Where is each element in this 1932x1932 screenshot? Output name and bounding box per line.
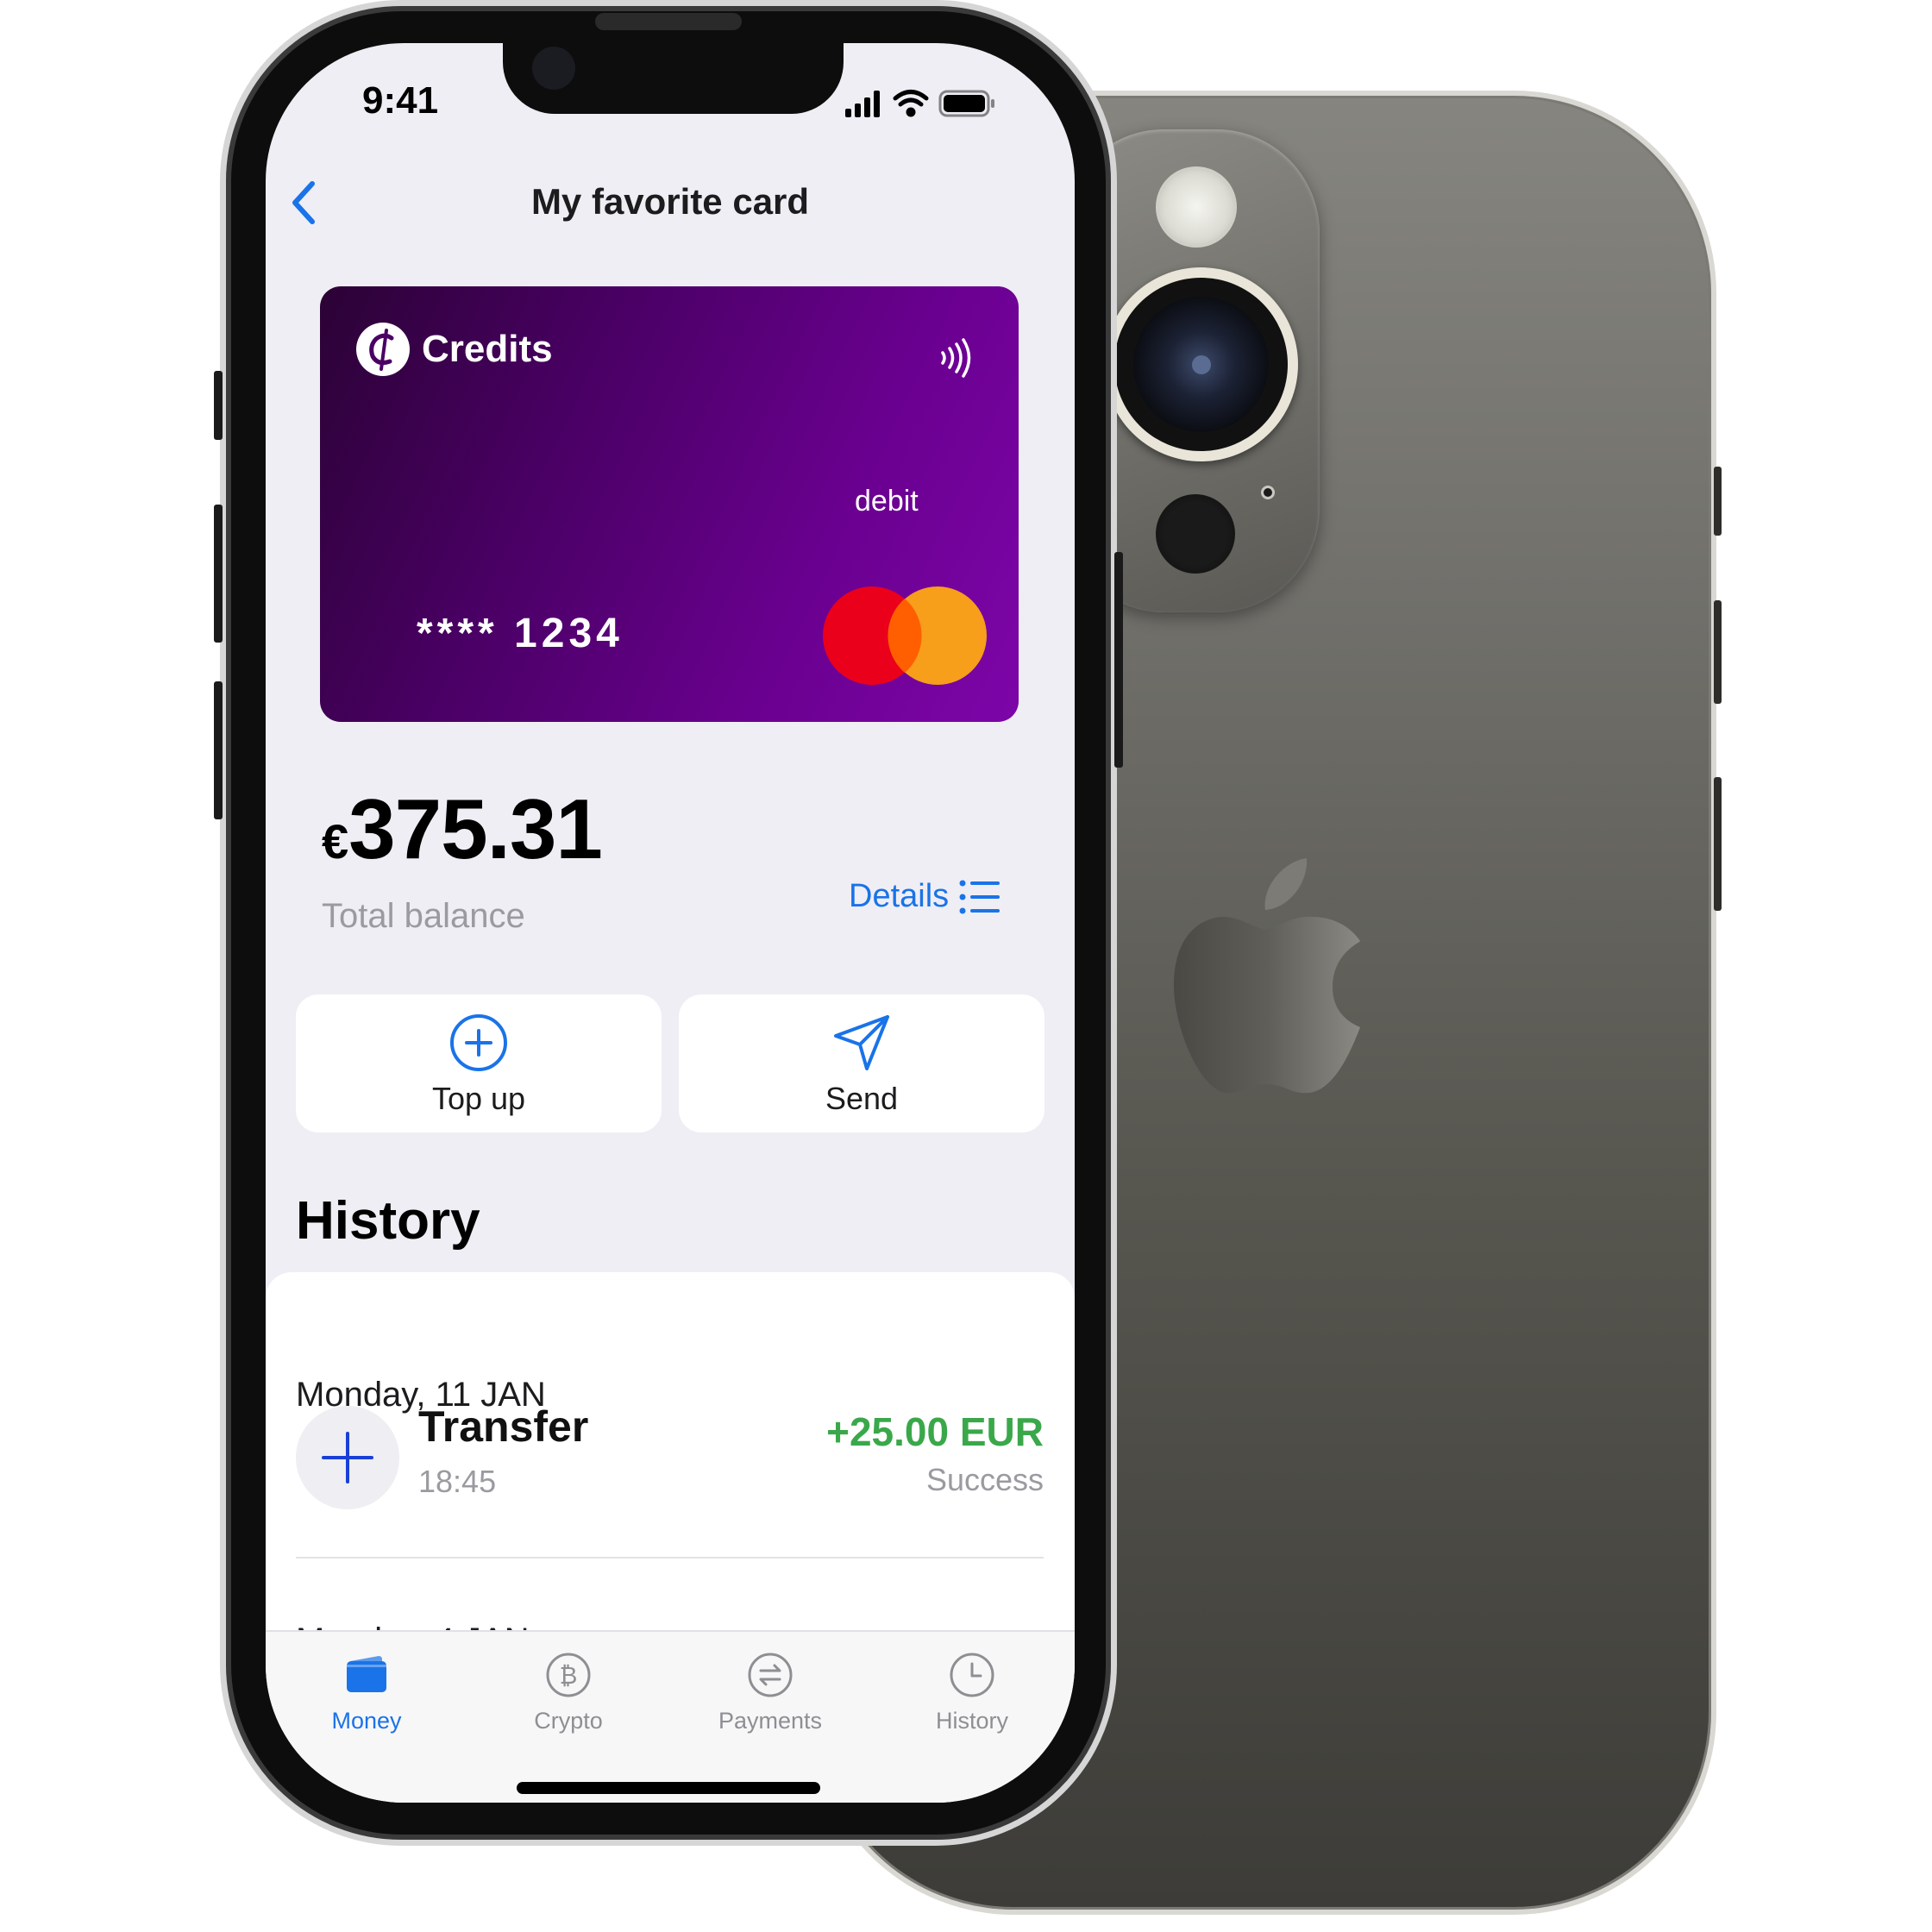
camera-lens-icon	[1104, 267, 1298, 461]
app-screen: 9:41 My favorite card Credits debit ****…	[266, 43, 1075, 1803]
tab-label: Payments	[718, 1708, 823, 1734]
top-up-label: Top up	[431, 1081, 526, 1116]
tab-label: Money	[331, 1708, 402, 1734]
currency-symbol: €	[322, 814, 349, 869]
balance-amount: €375.31	[322, 781, 603, 878]
flash-icon	[1156, 166, 1237, 248]
transaction-time: 18:45	[418, 1464, 497, 1499]
side-button	[214, 371, 223, 440]
side-button	[214, 505, 223, 643]
status-time: 9:41	[362, 79, 439, 122]
plus-icon	[322, 1432, 373, 1484]
apple-logo-icon	[1174, 858, 1360, 1094]
exchange-icon	[748, 1653, 793, 1697]
side-button	[214, 681, 223, 819]
card-type: debit	[855, 485, 919, 518]
side-button	[1714, 467, 1722, 536]
plus-circle-icon	[450, 1014, 507, 1071]
bitcoin-icon: ₿	[546, 1653, 591, 1697]
top-up-button[interactable]: Top up	[296, 994, 662, 1132]
microphone-icon	[1261, 486, 1275, 499]
earpiece-speaker	[595, 13, 742, 30]
status-icons	[845, 90, 994, 117]
home-indicator[interactable]	[517, 1782, 820, 1794]
tab-bar: Money ₿ Crypto Payments History	[266, 1630, 1075, 1803]
svg-text:₿: ₿	[560, 1661, 578, 1690]
side-button	[1114, 552, 1123, 768]
wifi-icon	[893, 90, 929, 117]
balance-label: Total balance	[322, 897, 525, 935]
divider	[296, 1557, 1044, 1559]
send-label: Send	[825, 1081, 899, 1116]
transaction-amount: +25.00 EUR	[826, 1409, 1044, 1454]
cellular-signal-icon	[845, 91, 880, 117]
clock-icon	[950, 1653, 994, 1697]
card-number: **** 1234	[417, 611, 624, 656]
lidar-sensor-icon	[1156, 494, 1235, 574]
payment-card[interactable]: Credits debit **** 1234	[320, 286, 1019, 722]
side-button	[1714, 600, 1722, 704]
history-heading: History	[296, 1191, 480, 1251]
tab-payments[interactable]: Payments	[669, 1649, 871, 1734]
transaction-icon	[296, 1406, 399, 1509]
contactless-icon	[941, 338, 971, 378]
transaction-title: Transfer	[418, 1402, 589, 1451]
send-button[interactable]: Send	[679, 994, 1044, 1132]
tab-crypto[interactable]: ₿ Crypto	[467, 1649, 669, 1734]
history-list: Monday, 11 JAN Transfer 18:45 +25.00 EUR…	[266, 1272, 1075, 1669]
wallet-icon	[347, 1656, 386, 1692]
transaction-status: Success	[925, 1462, 1044, 1497]
page-title: My favorite card	[530, 181, 810, 222]
balance-value: 375.31	[348, 781, 603, 876]
mastercard-logo-icon	[823, 586, 987, 685]
tab-label: History	[935, 1708, 1008, 1734]
details-link[interactable]: Details	[849, 878, 949, 915]
tab-history[interactable]: History	[871, 1649, 1073, 1734]
battery-icon	[938, 90, 994, 117]
side-button	[1714, 777, 1722, 911]
send-icon	[834, 1015, 889, 1070]
card-brand: Credits	[422, 328, 553, 370]
tab-money[interactable]: Money	[266, 1649, 467, 1734]
tab-label: Crypto	[534, 1708, 603, 1734]
credits-logo-icon	[356, 323, 410, 376]
list-icon[interactable]	[958, 878, 1001, 916]
notch	[503, 43, 844, 114]
